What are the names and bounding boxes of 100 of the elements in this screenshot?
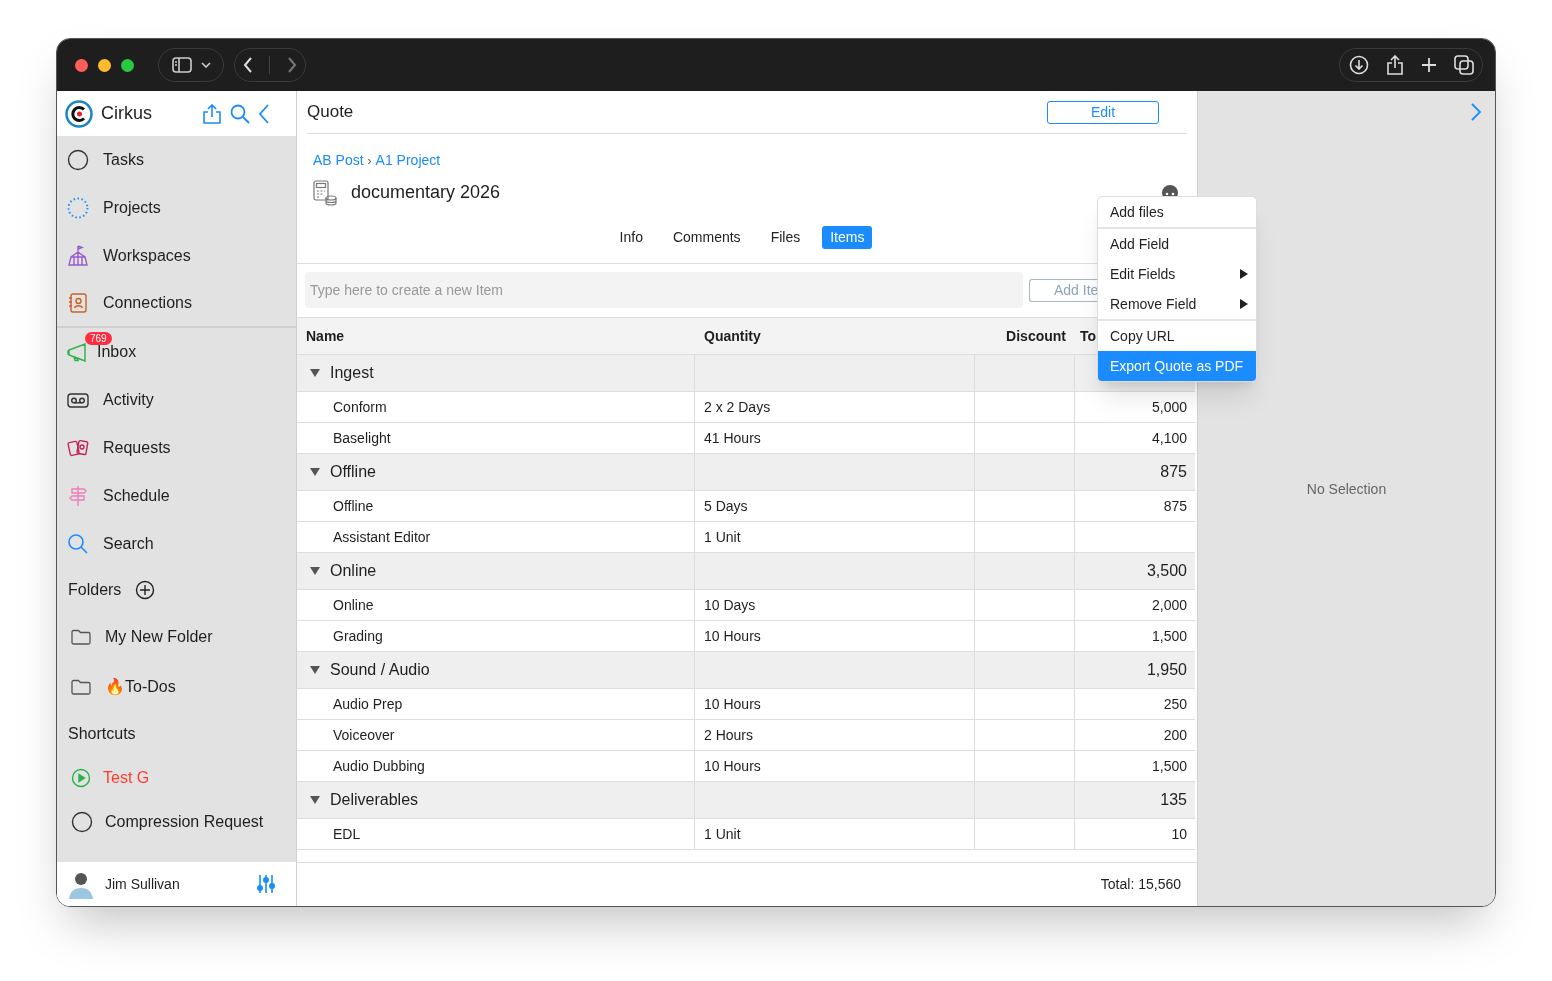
sidebar-item[interactable]: Activity: [103, 388, 154, 412]
collapse-sidebar-icon: [258, 103, 270, 124]
menu-item[interactable]: Remove Field: [1098, 289, 1256, 319]
menu-item[interactable]: Add files: [1098, 197, 1256, 227]
group-name: Ingest: [330, 363, 374, 383]
quote-total: Total: 15,560: [1100, 875, 1181, 894]
signpost-icon: [67, 485, 89, 507]
zoom-button[interactable]: [121, 58, 134, 72]
app-name: Cirkus: [101, 102, 153, 125]
table-cell-text: Baselight: [333, 428, 391, 448]
folder-icon: [71, 629, 91, 645]
table-cell-text: Voiceover: [333, 725, 395, 745]
settings-sliders-icon: [256, 874, 276, 894]
menu-item[interactable]: Edit Fields: [1098, 259, 1256, 289]
circle-icon: [71, 811, 93, 833]
table-cell-text: 1,500: [1151, 756, 1187, 776]
tabs-icon[interactable]: [1453, 55, 1474, 75]
folder-item[interactable]: 🔥To-Dos: [105, 675, 176, 699]
disclosure-triangle-icon[interactable]: [310, 796, 320, 804]
table-cell-text: Online: [333, 595, 374, 615]
cards-icon: [67, 437, 89, 459]
sidebar-item[interactable]: Search: [103, 532, 154, 556]
tent-icon: [67, 245, 89, 267]
table-cell-text: 875: [1163, 496, 1187, 516]
close-button[interactable]: [75, 58, 88, 72]
group-name: Online: [330, 561, 377, 581]
sidebar-item[interactable]: Projects: [103, 196, 161, 220]
disclosure-triangle-icon[interactable]: [310, 567, 320, 575]
play-circle-icon: [71, 768, 91, 788]
page-title: Quote: [307, 101, 355, 124]
group-name: Offline: [330, 462, 376, 482]
table-cell-text: 1 Unit: [704, 527, 741, 547]
table-cell-text: Audio Dubbing: [333, 756, 425, 776]
search-icon: [67, 533, 89, 555]
table-cell-text: 10 Hours: [704, 694, 761, 714]
sidebar-item[interactable]: Requests: [103, 436, 171, 460]
new-item-field[interactable]: Type here to create a new Item: [305, 272, 1023, 308]
menu-item[interactable]: Copy URL: [1098, 321, 1256, 351]
table-cell-text: 2 x 2 Days: [704, 397, 771, 417]
group-total: 875: [1160, 462, 1187, 482]
app-logo-icon: [65, 99, 93, 128]
table-cell-text: Offline: [333, 496, 374, 516]
expand-panel-icon[interactable]: [1471, 103, 1481, 121]
section-heading: Shortcuts: [68, 724, 136, 744]
table-cell-text: 10 Hours: [704, 626, 761, 646]
menu-item[interactable]: Add Field: [1098, 229, 1256, 259]
column-header[interactable]: Name: [306, 325, 345, 347]
sidebar-item[interactable]: Tasks: [103, 148, 144, 172]
table-cell-text: 2 Hours: [704, 725, 754, 745]
plus-icon[interactable]: [1420, 57, 1437, 73]
table-cell-text: Audio Prep: [333, 694, 403, 714]
group-total: 135: [1160, 790, 1187, 810]
add-folder-icon: [135, 580, 156, 600]
table-cell-text: 250: [1163, 694, 1187, 714]
table-cell-text: 10: [1171, 824, 1187, 844]
table-cell-text: 1,500: [1151, 626, 1187, 646]
dotted-circle-icon: [67, 197, 89, 219]
column-header[interactable]: Quantity: [704, 325, 761, 347]
sidebar-item[interactable]: Connections: [103, 291, 192, 315]
calculator-coins-icon: [313, 179, 337, 206]
empty-state-text: No Selection: [1306, 480, 1387, 499]
table-cell-text: Conform: [333, 397, 387, 417]
disclosure-triangle-icon[interactable]: [310, 468, 320, 476]
group-name: Deliverables: [330, 790, 419, 810]
table-cell-text: 5 Days: [704, 496, 748, 516]
table-cell-text: 1 Unit: [704, 824, 741, 844]
search-icon: [230, 103, 250, 124]
record-title: documentary 2026: [351, 181, 502, 204]
download-icon[interactable]: [1348, 55, 1369, 75]
disclosure-triangle-icon[interactable]: [310, 369, 320, 377]
table-cell-text: 5,000: [1151, 397, 1187, 417]
table-cell-text: 200: [1163, 725, 1187, 745]
tab[interactable]: Info: [611, 226, 651, 249]
unread-badge: 769: [85, 332, 112, 345]
section-heading: Folders: [68, 580, 122, 600]
table-cell-text: 2,000: [1151, 595, 1187, 615]
sidebar-item[interactable]: Schedule: [103, 484, 170, 508]
table-cell-text: Grading: [333, 626, 383, 646]
tab[interactable]: Comments: [664, 226, 749, 249]
share-icon[interactable]: [1385, 55, 1404, 75]
column-header[interactable]: To: [1080, 325, 1097, 347]
table-cell-text: 10 Hours: [704, 756, 761, 776]
minimize-button[interactable]: [98, 58, 111, 72]
disclosure-triangle-icon[interactable]: [310, 666, 320, 674]
folder-item[interactable]: My New Folder: [105, 625, 213, 649]
chevron-down-icon[interactable]: [200, 62, 211, 68]
sidebar-item[interactable]: Workspaces: [103, 244, 191, 268]
sidebar-icon[interactable]: [171, 57, 192, 73]
circle-icon: [67, 149, 89, 171]
contact-book-icon: [67, 292, 89, 314]
forward-icon[interactable]: [286, 57, 297, 73]
back-icon[interactable]: [243, 57, 254, 73]
sidebar-item[interactable]: Compression Request: [105, 810, 264, 834]
breadcrumb-separator: ›: [367, 152, 372, 170]
table-cell-text: 10 Days: [704, 595, 756, 615]
column-header[interactable]: Discount: [1006, 325, 1066, 347]
folder-icon: [71, 679, 91, 695]
tab[interactable]: Files: [762, 226, 809, 249]
group-name: Sound / Audio: [330, 660, 430, 680]
table-cell-text: 4,100: [1151, 428, 1187, 448]
